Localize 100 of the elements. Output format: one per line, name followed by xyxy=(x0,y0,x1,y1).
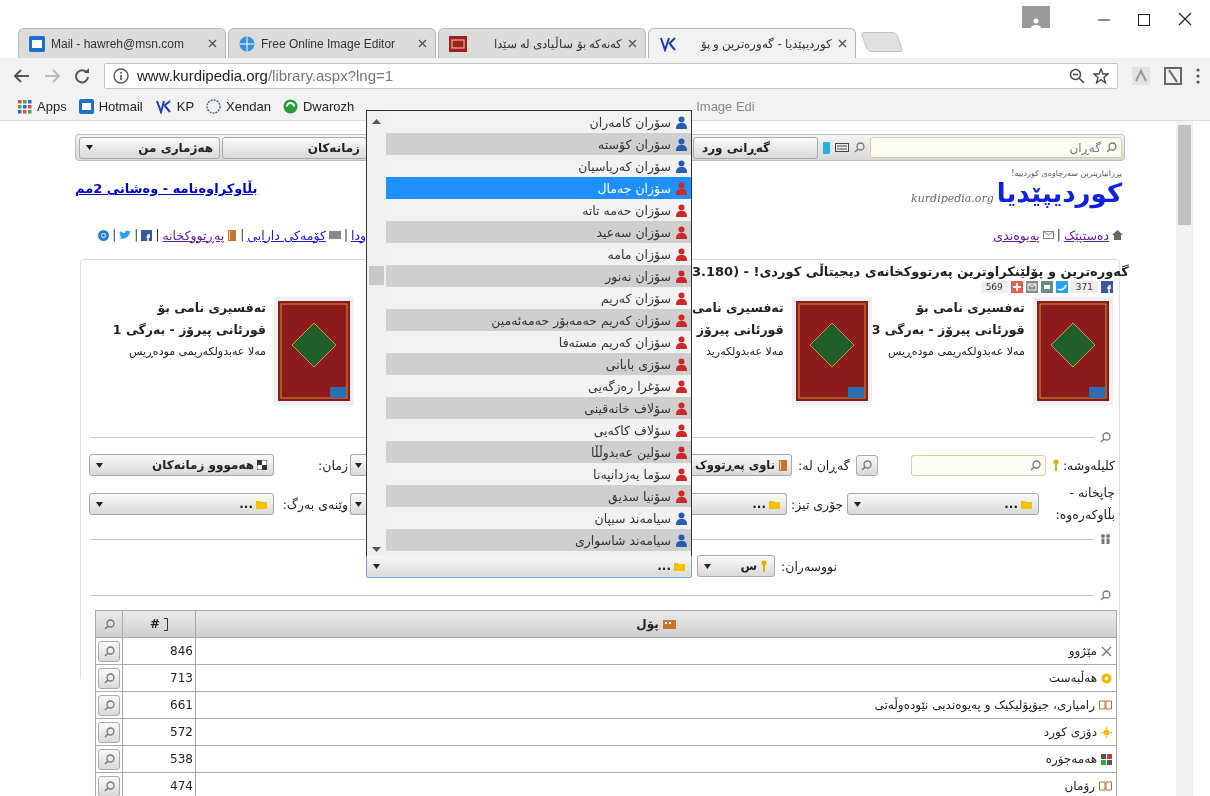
book-title[interactable]: قورئانی پیرۆز - بەرگی 3 xyxy=(871,319,1025,341)
column-header[interactable]: # xyxy=(123,611,196,637)
extension-icon[interactable] xyxy=(1164,66,1182,85)
bookmark[interactable]: Hotmail xyxy=(78,99,143,114)
list-option[interactable]: سۆزان سەعید xyxy=(386,221,691,243)
column-header[interactable]: پۆل xyxy=(196,611,1116,637)
dropdown-select[interactable] xyxy=(350,493,366,515)
library-link[interactable]: پەڕتووکخانە xyxy=(162,227,238,243)
author-letter-select[interactable]: س xyxy=(697,555,775,577)
list-option[interactable]: سۆزان کەریم حەمەبۆر حەمەئەمین xyxy=(386,309,691,331)
list-option[interactable]: سۆزان نەنور xyxy=(386,265,691,287)
list-option[interactable]: سۆنیا سدیق xyxy=(386,485,691,507)
table-cell: 474 xyxy=(123,773,196,796)
separator: | xyxy=(342,228,349,242)
language-select[interactable]: هەمووو زمانەکان xyxy=(89,454,274,476)
table-cell[interactable]: هەمەجۆرە xyxy=(196,746,1116,772)
book-title[interactable]: تەفسیری نامی xyxy=(692,297,784,319)
scroll-down-icon[interactable] xyxy=(372,547,381,552)
back-arrow-icon[interactable] xyxy=(14,68,30,83)
search-button[interactable] xyxy=(98,667,120,689)
book-icon xyxy=(778,459,788,471)
k-logo-icon xyxy=(659,35,677,52)
contact-link[interactable]: پەیوەندی xyxy=(993,227,1054,243)
book-title[interactable]: تەفسیری نامی بۆ xyxy=(871,297,1025,319)
bookmark[interactable]: KP xyxy=(154,99,195,114)
plus-icon[interactable] xyxy=(1010,281,1023,293)
thesis-type-select[interactable]: ... xyxy=(692,493,787,515)
globe-icon xyxy=(206,99,222,114)
search-icon[interactable] xyxy=(854,142,865,153)
phone-icon[interactable] xyxy=(823,141,830,154)
address-bar[interactable]: www.kurdipedia.org/library.aspx?lng=1 xyxy=(104,62,1118,89)
url-text: www.kurdipedia.org/library.aspx?lng=1 xyxy=(137,67,395,84)
caret-icon xyxy=(96,501,103,507)
site-logo[interactable]: کوردیپێدیا xyxy=(996,178,1122,208)
search-icon xyxy=(103,645,115,657)
search-in-select[interactable]: ناوی پەڕتووک xyxy=(692,454,792,476)
account-select[interactable]: هەژماری من xyxy=(79,136,220,159)
email-icon[interactable] xyxy=(98,229,110,241)
donation-link[interactable]: کۆمەکی دارایی xyxy=(247,227,341,243)
table-cell[interactable]: هەڵبەست xyxy=(196,665,1116,691)
table-cell[interactable]: رۆمان xyxy=(196,773,1116,796)
search-button[interactable] xyxy=(98,775,120,796)
book-cover-image[interactable] xyxy=(795,301,868,401)
search-icon xyxy=(103,753,115,765)
facebook-icon[interactable] xyxy=(1101,281,1113,293)
menu-icon[interactable] xyxy=(1196,67,1200,84)
book-title[interactable]: قورئانی پیرۆز - بەرگی 1 xyxy=(112,319,266,341)
user-profile-button[interactable] xyxy=(1022,6,1050,28)
zoom-out-icon[interactable] xyxy=(1069,67,1085,84)
dropdown-select[interactable] xyxy=(350,454,366,476)
book-author: مەلا عەبدولکەرید xyxy=(705,345,784,358)
keyword-field[interactable] xyxy=(910,454,1046,476)
cover-image-label: وێنەی بەرگ: xyxy=(282,496,348,512)
twitter-icon[interactable] xyxy=(1055,281,1068,293)
cover-image-select[interactable]: ... xyxy=(89,493,274,515)
reload-icon[interactable] xyxy=(74,67,90,84)
scrollbar[interactable] xyxy=(1176,121,1193,796)
publisher-select[interactable]: ... xyxy=(847,493,1039,515)
list-option[interactable]: سۆلین عەبدوڵڵا xyxy=(386,441,691,463)
print-icon[interactable] xyxy=(1040,281,1053,293)
search-button[interactable] xyxy=(98,721,120,743)
browser-tab[interactable]: Mail - hawreh@msn.com xyxy=(18,28,226,58)
search-button[interactable] xyxy=(98,748,120,770)
film-icon xyxy=(662,619,676,629)
bulletin-link[interactable]: بڵاوکراوەنامە - وەشانی 2مم xyxy=(75,181,258,196)
languages-select[interactable]: زمانەکان xyxy=(222,136,367,159)
list-option[interactable]: سیامەند شاسواری xyxy=(386,529,691,551)
keyboard-icon[interactable] xyxy=(835,143,849,152)
home-link[interactable]: دەستپێک xyxy=(1063,227,1123,243)
twitter-icon[interactable] xyxy=(119,230,132,240)
email-icon[interactable] xyxy=(1025,281,1038,293)
bookmark[interactable]: Apps xyxy=(18,99,67,114)
search-button[interactable] xyxy=(98,694,120,716)
sun-icon xyxy=(1101,726,1112,738)
search-field[interactable]: گەڕان xyxy=(870,137,1122,158)
search-button[interactable] xyxy=(855,454,878,476)
list-option[interactable]: سۆران کۆستە xyxy=(386,133,691,155)
book-title[interactable]: تەفسیری نامی بۆ xyxy=(112,297,266,319)
scroll-up-icon[interactable] xyxy=(372,119,381,124)
table-cell[interactable]: دۆزی کورد xyxy=(196,719,1116,745)
facebook-icon[interactable] xyxy=(141,229,153,241)
list-option[interactable]: سۆزی بابانی xyxy=(386,353,691,375)
table-cell[interactable]: رامیاری، جیۆپۆلیکیک و پەیوەندیی نێودەوڵەتی xyxy=(196,692,1116,718)
search-button[interactable] xyxy=(98,640,120,662)
table-cell[interactable]: مێژوو xyxy=(196,638,1116,664)
browser-tab[interactable]: کوردیپێدیا - گەورەترین و پۆ xyxy=(648,28,856,58)
info-icon[interactable] xyxy=(113,67,129,84)
star-icon[interactable] xyxy=(1093,67,1109,84)
bookmark[interactable]: Xendan xyxy=(206,99,271,114)
close-icon[interactable] xyxy=(838,39,847,48)
scroll-thumb[interactable] xyxy=(369,266,384,285)
book-title[interactable]: قورئانی پیرۆز xyxy=(692,319,784,341)
search-icon xyxy=(103,780,115,792)
advanced-search-button[interactable]: گەڕانی ورد xyxy=(693,136,818,159)
list-option[interactable]: سۆلاف خانەقینی xyxy=(386,397,691,419)
browser-tab[interactable]: Free Online Image Editor xyxy=(228,28,436,58)
book-cover-image[interactable] xyxy=(1036,301,1109,401)
nav-link[interactable]: ودا xyxy=(350,227,366,243)
browser-tab[interactable]: کەنەکە بۆ ساڵیادی لە سێدا xyxy=(438,28,646,58)
bookmark[interactable]: Dwarozh xyxy=(282,99,355,114)
